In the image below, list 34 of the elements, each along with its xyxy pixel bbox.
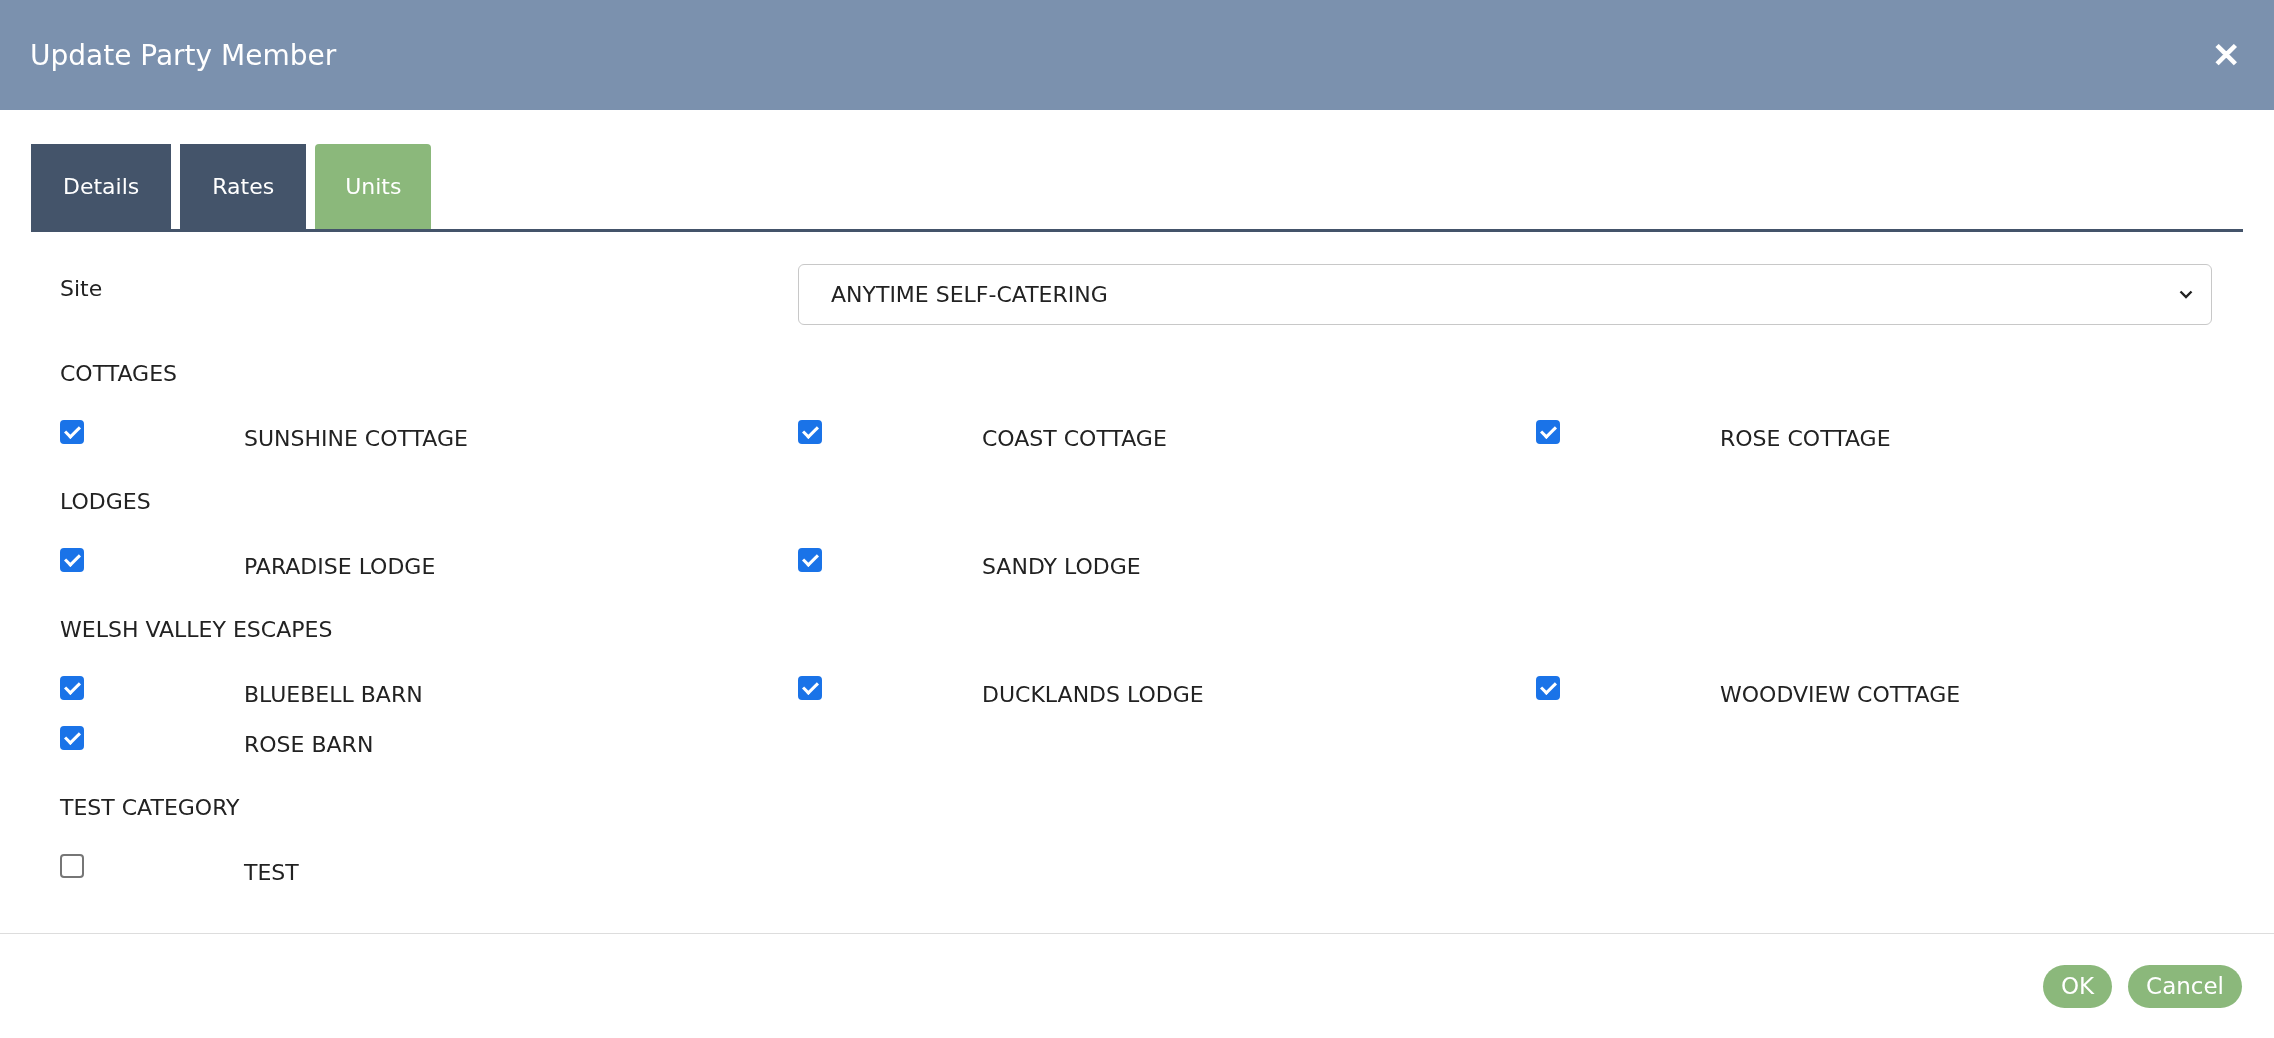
unit-name: SANDY LODGE bbox=[982, 553, 1141, 579]
category-heading: WELSH VALLEY ESCAPES bbox=[60, 617, 334, 644]
close-button[interactable]: ✕ bbox=[2208, 35, 2244, 75]
site-label: Site bbox=[60, 275, 104, 301]
unit-name: COAST COTTAGE bbox=[982, 425, 1167, 451]
tab[interactable]: Units bbox=[315, 144, 432, 229]
unit-name: ROSE COTTAGE bbox=[1720, 425, 1891, 451]
unit-name: WOODVIEW COTTAGE bbox=[1720, 681, 1961, 707]
checkbox[interactable] bbox=[798, 676, 822, 700]
checkbox[interactable] bbox=[798, 548, 822, 572]
dialog-button[interactable]: OK bbox=[2042, 964, 2113, 1008]
chevron-down-icon bbox=[2179, 290, 2193, 299]
site-select[interactable]: ANYTIME SELF-CATERING bbox=[798, 264, 2212, 325]
tab[interactable]: Rates bbox=[180, 144, 307, 229]
dialog-title: Update Party Member bbox=[30, 38, 337, 72]
unit-name: BLUEBELL BARN bbox=[244, 681, 423, 707]
checkbox[interactable] bbox=[60, 726, 84, 750]
checkbox[interactable] bbox=[60, 854, 84, 878]
checkbox[interactable] bbox=[60, 420, 84, 444]
category-heading: COTTAGES bbox=[60, 361, 179, 388]
checkbox[interactable] bbox=[798, 420, 822, 444]
tab[interactable]: Details bbox=[31, 144, 172, 229]
unit-name: PARADISE LODGE bbox=[244, 553, 436, 579]
checkbox[interactable] bbox=[60, 676, 84, 700]
unit-name: ROSE BARN bbox=[244, 731, 374, 757]
checkbox[interactable] bbox=[60, 548, 84, 572]
unit-name: TEST bbox=[244, 859, 299, 885]
checkbox[interactable] bbox=[1536, 420, 1560, 444]
dialog-button[interactable]: Cancel bbox=[2128, 964, 2242, 1008]
category-heading: LODGES bbox=[60, 489, 152, 516]
unit-name: SUNSHINE COTTAGE bbox=[244, 425, 468, 451]
category-heading: TEST CATEGORY bbox=[60, 795, 241, 822]
unit-name: DUCKLANDS LODGE bbox=[982, 681, 1204, 707]
checkbox[interactable] bbox=[1536, 676, 1560, 700]
